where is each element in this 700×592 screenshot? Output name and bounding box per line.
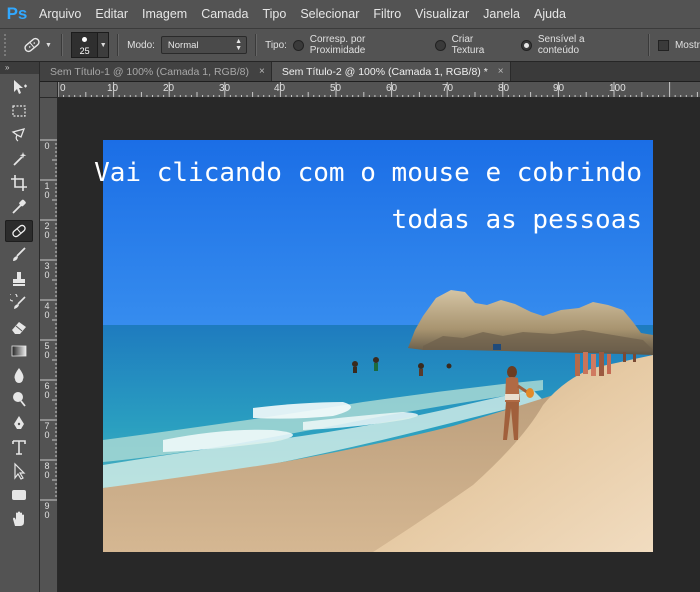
clone-stamp-tool-icon[interactable]: [5, 268, 33, 290]
ruler-tick-label: 7 0: [44, 421, 50, 440]
radio-content-aware-control[interactable]: [521, 39, 532, 51]
divider: [61, 34, 63, 56]
radio-proximity-label: Corresp. por Proximidade: [309, 34, 366, 56]
menu-bar: Ps Arquivo Editar Imagem Camada Tipo Sel…: [0, 0, 700, 28]
blur-tool-icon[interactable]: [5, 364, 33, 386]
ruler-tick-label: 9 0: [44, 501, 50, 520]
radio-texture[interactable]: Criar Textura: [434, 34, 507, 56]
eyedropper-tool-icon[interactable]: [5, 196, 33, 218]
ruler-tick-label: 6 0: [44, 381, 50, 400]
radio-texture-control[interactable]: [434, 39, 446, 51]
eraser-tool-icon[interactable]: [5, 316, 33, 338]
brush-dropdown-button[interactable]: ▼: [98, 32, 110, 58]
toolbox: »: [0, 62, 40, 592]
hand-tool-icon[interactable]: [5, 508, 33, 530]
move-tool-icon[interactable]: [5, 76, 33, 98]
menu-visualizar[interactable]: Visualizar: [408, 0, 476, 28]
mode-label: Modo:: [127, 39, 155, 51]
marquee-tool-icon[interactable]: [5, 100, 33, 122]
menu-tipo[interactable]: Tipo: [255, 0, 293, 28]
close-icon[interactable]: ×: [498, 66, 504, 77]
ruler-tick-label: 0: [60, 83, 66, 94]
type-tool-icon[interactable]: [5, 436, 33, 458]
ruler-tick-label: 100: [609, 83, 626, 94]
ruler-tick-label: 2 0: [44, 221, 50, 240]
ruler-origin[interactable]: [40, 82, 58, 98]
tab-label: Sem Título-2 @ 100% (Camada 1, RGB/8) *: [281, 65, 488, 78]
brush-size-value: 25: [79, 46, 90, 56]
updown-icon: ▲ ▼: [235, 38, 243, 52]
ruler-tick-label: 40: [274, 83, 286, 94]
instruction-line-2: todas as pessoas: [391, 205, 642, 235]
tab-label: Sem Título-1 @ 100% (Camada 1, RGB/8): [50, 65, 249, 78]
mode-select[interactable]: Normal ▲ ▼: [160, 36, 248, 54]
document-tabs: Sem Título-1 @ 100% (Camada 1, RGB/8) × …: [40, 62, 700, 82]
path-selection-tool-icon[interactable]: [5, 460, 33, 482]
radio-content-aware[interactable]: Sensível a conteúdo: [521, 34, 626, 56]
menu-selecionar[interactable]: Selecionar: [293, 0, 366, 28]
radio-proximity[interactable]: Corresp. por Proximidade: [292, 34, 421, 56]
ruler-tick-label: 50: [330, 83, 342, 94]
divider: [117, 34, 120, 56]
ruler-tick-label: 5 0: [44, 341, 50, 360]
divider: [648, 34, 651, 56]
ruler-tick-label: 70: [442, 83, 454, 94]
ruler-tick-label: 60: [386, 83, 398, 94]
brush-tool-icon[interactable]: [5, 244, 33, 266]
ruler-tick-label: 90: [553, 83, 565, 94]
toolbox-collapse-icon[interactable]: »: [0, 62, 39, 74]
options-bar: ▼ 25 ▼ Modo: Normal ▲ ▼ Tipo: Corresp. po…: [0, 28, 700, 62]
menu-imagem[interactable]: Imagem: [135, 0, 194, 28]
tool-preset-picker[interactable]: ▼: [20, 33, 53, 57]
pen-tool-icon[interactable]: [5, 412, 33, 434]
chevron-down-icon: ▼: [44, 41, 52, 49]
ruler-tick-label: 8 0: [44, 461, 50, 480]
type-label: Tipo:: [265, 39, 287, 51]
ruler-tick-label: 4 0: [44, 301, 50, 320]
ruler-tick-label: 20: [163, 83, 175, 94]
history-brush-tool-icon[interactable]: [5, 292, 33, 314]
menu-editar[interactable]: Editar: [88, 0, 135, 28]
sample-all-checkbox[interactable]: [658, 39, 669, 51]
ruler-tick-label: 30: [219, 83, 231, 94]
tab-sem-titulo-2[interactable]: Sem Título-2 @ 100% (Camada 1, RGB/8) * …: [271, 62, 511, 81]
magic-wand-tool-icon[interactable]: [5, 148, 33, 170]
spot-healing-brush-tool-icon[interactable]: [5, 220, 33, 242]
tab-sem-titulo-1[interactable]: Sem Título-1 @ 100% (Camada 1, RGB/8) ×: [40, 62, 272, 81]
brush-preset[interactable]: 25: [70, 32, 99, 58]
crop-tool-icon[interactable]: [5, 172, 33, 194]
lasso-tool-icon[interactable]: [5, 124, 33, 146]
ruler-tick-label: 0: [44, 141, 50, 151]
ruler-tick-label: 10: [107, 83, 119, 94]
radio-proximity-control[interactable]: [292, 39, 304, 51]
ruler-tick-label: 3 0: [44, 261, 50, 280]
divider: [255, 34, 258, 56]
mode-value: Normal: [167, 39, 199, 51]
radio-content-aware-label: Sensível a conteúdo: [537, 34, 585, 56]
ruler-horizontal[interactable]: 0 10 20 30 40 50 60 70 80 90 100: [58, 82, 700, 98]
ruler-ticks: [58, 82, 698, 97]
ruler-tick-label: 1 0: [44, 181, 50, 200]
instruction-overlay: Vai clicando com o mouse e cobrindo toda…: [55, 150, 642, 244]
sample-all-label: Mostr: [674, 39, 700, 51]
options-grip[interactable]: [4, 34, 14, 56]
brush-tip-icon: [81, 37, 87, 42]
healing-brush-icon: [24, 37, 40, 53]
ruler-tick-label: 80: [498, 83, 510, 94]
radio-texture-label: Criar Textura: [451, 34, 485, 56]
dodge-tool-icon[interactable]: [5, 388, 33, 410]
menu-ajuda[interactable]: Ajuda: [527, 0, 573, 28]
close-icon[interactable]: ×: [259, 66, 265, 77]
instruction-line-1: Vai clicando com o mouse e cobrindo: [94, 158, 642, 188]
rectangle-tool-icon[interactable]: [5, 484, 33, 506]
menu-filtro[interactable]: Filtro: [366, 0, 408, 28]
photoshop-logo: Ps: [6, 4, 28, 23]
menu-janela[interactable]: Janela: [476, 0, 527, 28]
menu-camada[interactable]: Camada: [194, 0, 255, 28]
gradient-tool-icon[interactable]: [5, 340, 33, 362]
chevron-down-icon: ▼: [99, 41, 107, 49]
menu-arquivo[interactable]: Arquivo: [32, 0, 88, 28]
